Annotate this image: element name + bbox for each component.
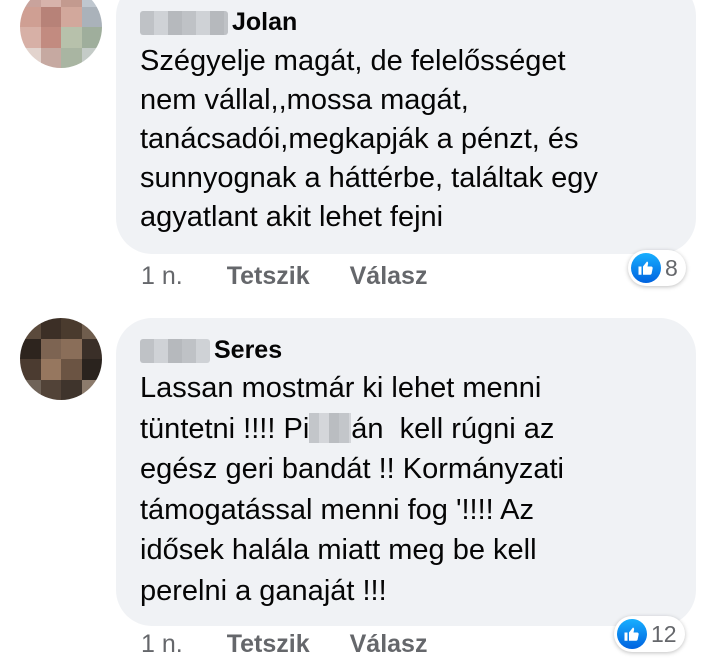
comment-text: Lassan mostmár ki lehet menni tüntetni !!… — [140, 368, 564, 611]
comment-fragment: án kell rúgni az — [351, 412, 555, 445]
comment-jolan: Jolan Szégyelje magát, de felelősséget ne… — [0, 0, 720, 300]
comment-line: Lassan mostmár ki lehet menni — [140, 372, 542, 404]
comment-seres: Seres Lassan mostmár ki lehet menni tünte… — [0, 300, 720, 659]
comment-fragment: tüntetni !!!! Pi — [140, 412, 310, 445]
author-name: Jolan — [232, 8, 298, 36]
like-icon — [617, 619, 647, 649]
comment-actions: 1 n. Tetszik Válasz — [141, 630, 427, 659]
comment-line: Szégyelje magát, de felelősséget — [140, 45, 566, 77]
comment-line-redacted: tüntetni !!!! Pi án kell rúgni az — [140, 409, 564, 450]
timestamp[interactable]: 1 n. — [141, 262, 183, 291]
like-icon — [631, 253, 661, 283]
timestamp[interactable]: 1 n. — [141, 630, 183, 659]
reply-button[interactable]: Válasz — [350, 262, 428, 291]
like-button[interactable]: Tetszik — [227, 262, 310, 291]
reaction-summary[interactable]: 12 — [614, 616, 685, 652]
comment-author[interactable]: Jolan — [140, 8, 297, 37]
comment-author[interactable]: Seres — [140, 336, 282, 365]
redacted-name — [140, 10, 228, 35]
reaction-summary[interactable]: 8 — [628, 250, 686, 286]
comment-text: Szégyelje magát, de felelősséget nem váll… — [140, 42, 598, 237]
reaction-count: 8 — [665, 254, 678, 281]
comment-line: egész geri bandát !! Kormányzati — [140, 453, 564, 485]
reply-button[interactable]: Válasz — [350, 630, 428, 659]
avatar[interactable] — [20, 318, 102, 400]
comment-line: tanácsadói,megkapják a pénzt, és — [140, 123, 579, 155]
comment-line: sunnyognak a háttérbe, találtak egy — [140, 162, 598, 194]
reaction-count: 12 — [651, 620, 677, 647]
like-button[interactable]: Tetszik — [227, 630, 310, 659]
redacted-name — [140, 338, 210, 363]
redacted-word — [309, 412, 352, 443]
comment-line: perelni a ganaját !!! — [140, 574, 387, 607]
comment-actions: 1 n. Tetszik Válasz — [141, 262, 427, 291]
comment-line: agyatlant akit lehet fejni — [140, 201, 444, 233]
comment-line: idősek halála miatt meg be kell — [140, 534, 537, 566]
comment-line: nem vállal,,mossa magát, — [140, 84, 469, 116]
comment-line: támogatással menni fog '!!!! Az — [140, 493, 535, 526]
avatar[interactable] — [20, 0, 102, 68]
author-name: Seres — [214, 336, 283, 364]
